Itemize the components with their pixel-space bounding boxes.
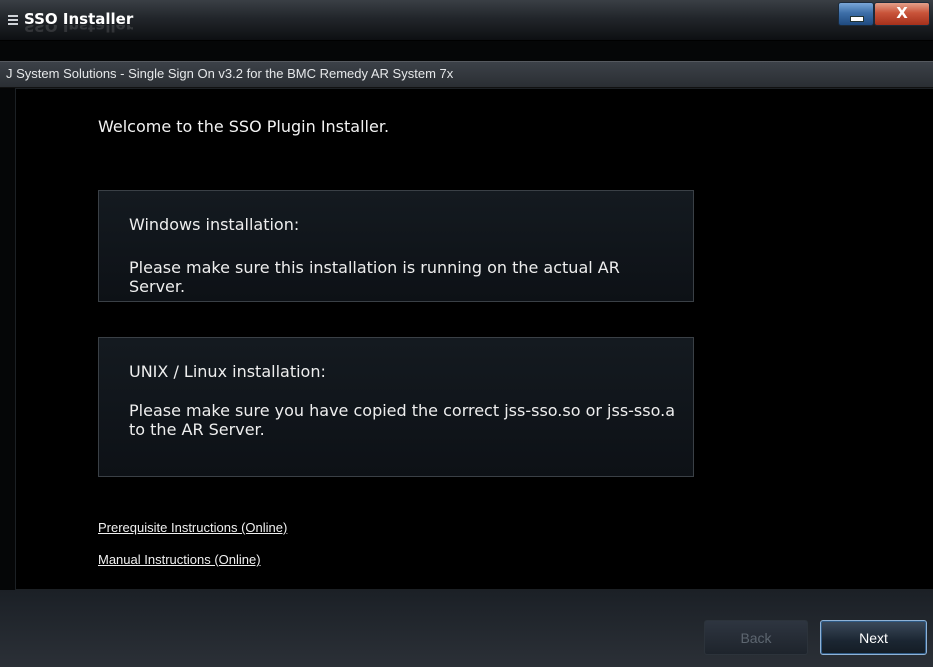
windows-installation-heading: Windows installation: bbox=[129, 215, 300, 234]
hamburger-icon[interactable] bbox=[8, 15, 18, 25]
manual-instructions-link[interactable]: Manual Instructions (Online) bbox=[98, 552, 261, 567]
unix-installation-text: Please make sure you have copied the cor… bbox=[129, 401, 675, 439]
back-button[interactable]: Back bbox=[704, 620, 808, 655]
minimize-button[interactable] bbox=[838, 2, 874, 26]
next-button[interactable]: Next bbox=[820, 620, 927, 655]
footer-bar: Back Next bbox=[0, 590, 933, 667]
prerequisite-instructions-link[interactable]: Prerequisite Instructions (Online) bbox=[98, 520, 287, 535]
close-icon: X bbox=[896, 4, 908, 22]
title-bar[interactable]: SSO Installer SSO Installer X bbox=[0, 0, 933, 41]
close-button[interactable]: X bbox=[874, 2, 930, 26]
product-subtitle: J System Solutions - Single Sign On v3.2… bbox=[6, 66, 454, 81]
unix-installation-box: UNIX / Linux installation: Please make s… bbox=[98, 337, 694, 477]
installer-window: SSO Installer SSO Installer X J System S… bbox=[0, 0, 933, 667]
content-panel: Welcome to the SSO Plugin Installer. Win… bbox=[15, 88, 933, 590]
unix-installation-heading: UNIX / Linux installation: bbox=[129, 362, 326, 381]
windows-installation-text: Please make sure this installation is ru… bbox=[129, 258, 620, 296]
welcome-heading: Welcome to the SSO Plugin Installer. bbox=[98, 117, 390, 136]
windows-installation-box: Windows installation: Please make sure t… bbox=[98, 190, 694, 302]
window-title-reflection: SSO Installer bbox=[24, 25, 134, 35]
minimize-icon bbox=[850, 16, 864, 22]
subtitle-bar: J System Solutions - Single Sign On v3.2… bbox=[0, 61, 933, 88]
